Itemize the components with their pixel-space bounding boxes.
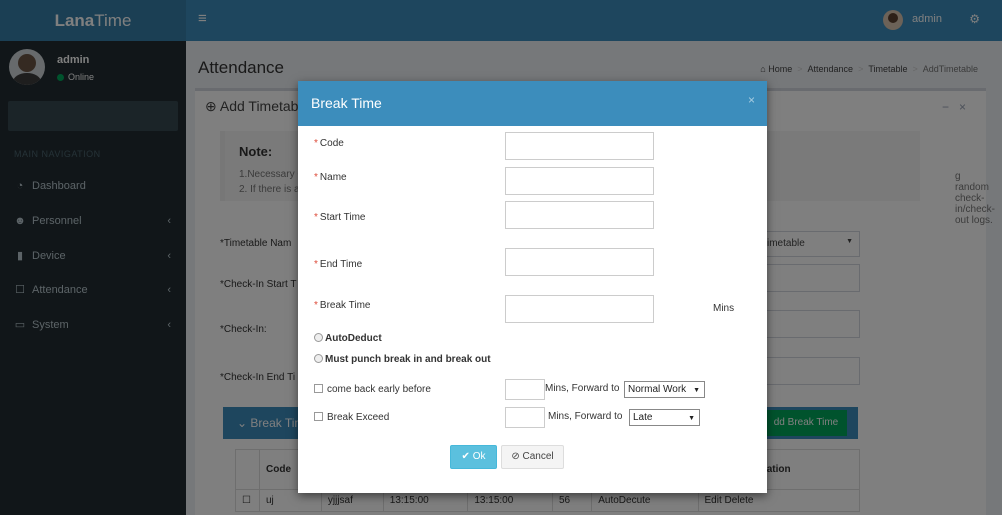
caret-down-icon: ▼ xyxy=(688,415,695,422)
end-time-label: * End Time xyxy=(314,259,363,270)
early-forward-select[interactable]: Normal Work ▼ xyxy=(624,381,705,398)
break-time-input[interactable] xyxy=(505,295,654,323)
radio-autodeduct[interactable]: AutoDeduct xyxy=(314,333,382,344)
start-time-label: * Start Time xyxy=(314,212,366,223)
start-time-input[interactable] xyxy=(505,201,654,229)
close-icon[interactable]: × xyxy=(748,93,755,107)
checkbox-come-back-early[interactable]: come back early before xyxy=(314,384,431,395)
check-icon: ✔ xyxy=(461,451,470,462)
modal-header: Break Time × xyxy=(298,81,767,126)
radio-must-punch[interactable]: Must punch break in and break out xyxy=(314,354,491,365)
ok-button[interactable]: ✔ Ok xyxy=(450,445,497,469)
cancel-button[interactable]: ⊘ Cancel xyxy=(501,445,564,469)
ban-icon: ⊘ xyxy=(511,451,520,462)
modal-title: Break Time xyxy=(311,95,382,111)
caret-down-icon: ▼ xyxy=(693,387,700,394)
name-input[interactable] xyxy=(505,167,654,195)
end-time-input[interactable] xyxy=(505,248,654,276)
name-label: * Name xyxy=(314,172,347,183)
break-time-label: * Break Time xyxy=(314,300,371,311)
radio-button[interactable] xyxy=(314,333,323,342)
checkbox[interactable] xyxy=(314,412,323,421)
code-label: * Code xyxy=(314,138,344,149)
checkbox-break-exceed[interactable]: Break Exceed xyxy=(314,412,389,423)
break-time-modal: Break Time × * Code * Name * Start Time * En… xyxy=(298,81,767,493)
checkbox[interactable] xyxy=(314,384,323,393)
radio-button[interactable] xyxy=(314,354,323,363)
early-mins-input[interactable] xyxy=(505,379,545,400)
early-forward-label: Mins, Forward to xyxy=(545,383,620,394)
exceed-forward-select[interactable]: Late ▼ xyxy=(629,409,700,426)
break-time-unit: Mins xyxy=(713,303,735,314)
code-input[interactable] xyxy=(505,132,654,160)
exceed-forward-label: Mins, Forward to xyxy=(548,411,623,422)
exceed-mins-input[interactable] xyxy=(505,407,545,428)
